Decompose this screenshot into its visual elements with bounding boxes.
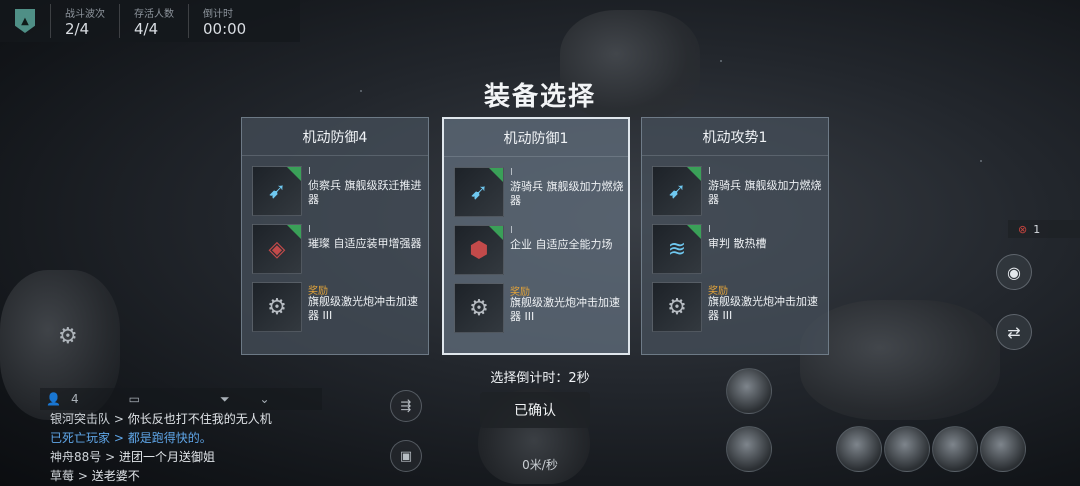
module-slot[interactable] xyxy=(932,426,978,472)
chat-message: 都是跑得快的。 xyxy=(127,431,212,445)
afterburner-icon: ➹ xyxy=(652,166,702,216)
laser-accelerator-icon: ⚙ xyxy=(252,282,302,332)
module-slot[interactable] xyxy=(980,426,1026,472)
speed-readout: 0米/秒 xyxy=(522,458,558,472)
camera-icon[interactable]: ▣ xyxy=(390,440,422,472)
item-tier: I xyxy=(510,167,513,178)
reward-item: ⚙ 奖励 旗舰级激光炮冲击加速器 III xyxy=(652,282,828,332)
item-name: 璀璨 自适应装甲增强器 xyxy=(308,237,422,250)
selection-countdown: 选择倒计时：2秒 xyxy=(490,371,590,386)
wave-value: 2/4 xyxy=(65,19,90,38)
reward-label: 奖励 xyxy=(510,287,530,298)
chevron-down-icon[interactable]: ⌄ xyxy=(260,392,270,406)
confirm-button[interactable]: 已确认 xyxy=(480,392,590,428)
armor-icon: ◈ xyxy=(252,224,302,274)
battle-status-bar: ▲ 战斗波次 2/4 存活人数 4/4 倒计时 00:00 xyxy=(0,0,300,42)
chat-line: 银河突击队 > 你长反也打不住我的无人机 xyxy=(50,410,330,429)
star xyxy=(980,160,982,162)
star xyxy=(720,60,722,62)
timer-label: 倒计时 xyxy=(203,8,233,20)
settings-gear-icon[interactable]: ⚙ xyxy=(58,324,78,349)
chat-icon[interactable]: ▭ xyxy=(129,392,140,406)
item-name: 游骑兵 旗舰级加力燃烧器 xyxy=(708,179,822,206)
reward-item: ⚙ 奖励 旗舰级激光炮冲击加速器 III xyxy=(252,282,428,332)
chat-separator: > xyxy=(101,450,119,464)
crosshair-icon: ⊗ xyxy=(1018,222,1028,236)
alive-stat: 存活人数 4/4 xyxy=(119,4,188,38)
shield-field-icon: ⬢ xyxy=(454,225,504,275)
equipment-item: ≋ I 审判 散热槽 xyxy=(652,224,828,274)
chat-separator: > xyxy=(110,431,128,445)
alive-value: 4/4 xyxy=(134,19,159,38)
chat-message: 进团一个月送御姐 xyxy=(118,450,215,464)
equipment-item: ➹ I 侦察兵 旗舰级跃迁推进器 xyxy=(252,166,428,216)
equipment-card-3[interactable]: 机动攻势1 ➹ I 游骑兵 旗舰级加力燃烧器 ≋ I 审判 散热槽 ⚙ 奖励 旗舰级激… xyxy=(641,117,829,355)
wave-stat: 战斗波次 2/4 xyxy=(50,4,119,38)
chat-sender: 草莓 xyxy=(50,469,75,483)
item-name: 审判 散热槽 xyxy=(708,237,767,250)
faction-emblem: ▲ xyxy=(0,0,50,42)
chat-sender: 银河突击队 xyxy=(50,412,111,426)
players-icon: 👤 xyxy=(46,392,61,406)
chat-header: 👤 4 ▭ ⏷ ⌄ xyxy=(40,388,322,410)
equipment-item: ➹ I 游骑兵 旗舰级加力燃烧器 xyxy=(454,167,628,217)
item-name: 旗舰级激光炮冲击加速器 III xyxy=(708,295,818,322)
thruster-icon: ➹ xyxy=(252,166,302,216)
page-title: 装备选择 xyxy=(483,82,596,112)
chat-sender: 已死亡玩家 xyxy=(50,431,111,445)
item-name: 游骑兵 旗舰级加力燃烧器 xyxy=(510,180,624,207)
laser-accelerator-icon: ⚙ xyxy=(652,282,702,332)
chat-message: 送老婆不 xyxy=(91,469,140,483)
equipment-card-1[interactable]: 机动防御4 ➹ I 侦察兵 旗舰级跃迁推进器 ◈ I 璀璨 自适应装甲增强器 ⚙ 奖… xyxy=(241,117,429,355)
timer-stat: 倒计时 00:00 xyxy=(188,4,260,38)
timer-value: 00:00 xyxy=(203,19,247,38)
item-name: 侦察兵 旗舰级跃迁推进器 xyxy=(308,179,422,206)
laser-accelerator-icon: ⚙ xyxy=(454,283,504,333)
afterburner-icon: ➹ xyxy=(454,167,504,217)
item-tier: I xyxy=(308,224,311,235)
card-title: 机动防御4 xyxy=(242,118,428,156)
equipment-item: ⬢ I 企业 自适应全能力场 xyxy=(454,225,628,275)
filter-icon[interactable]: ⏷ xyxy=(220,392,230,407)
kill-badge: ⊗ 1 xyxy=(1008,220,1080,238)
wave-label: 战斗波次 xyxy=(65,8,105,20)
item-tier: I xyxy=(510,225,513,236)
module-slot[interactable] xyxy=(726,368,772,414)
chat-line: 已死亡玩家 > 都是跑得快的。 xyxy=(50,429,330,448)
chat-separator: > xyxy=(74,469,92,483)
item-name: 旗舰级激光炮冲击加速器 III xyxy=(510,296,620,323)
background-asteroid xyxy=(800,300,1000,420)
reward-label: 奖励 xyxy=(308,286,328,297)
card-title: 机动防御1 xyxy=(444,119,628,157)
chat-line: 草莓 > 送老婆不 xyxy=(50,467,330,486)
reward-item: ⚙ 奖励 旗舰级激光炮冲击加速器 III xyxy=(454,283,628,333)
chat-message: 你长反也打不住我的无人机 xyxy=(127,412,272,426)
chat-line: 神舟88号 > 进团一个月送御姐 xyxy=(50,448,330,467)
equipment-item: ➹ I 游骑兵 旗舰级加力燃烧器 xyxy=(652,166,828,216)
equipment-item: ◈ I 璀璨 自适应装甲增强器 xyxy=(252,224,428,274)
item-tier: I xyxy=(308,166,311,177)
player-count: 4 xyxy=(70,392,79,406)
alive-label: 存活人数 xyxy=(134,8,174,20)
eye-icon[interactable]: ◉ xyxy=(996,254,1032,290)
chat-sender: 神舟88号 xyxy=(50,450,102,464)
boost-icon[interactable]: ⇶ xyxy=(390,390,422,422)
chat-separator: > xyxy=(110,412,128,426)
item-tier: I xyxy=(708,166,711,177)
faction-shield-icon: ▲ xyxy=(15,9,35,33)
item-tier: I xyxy=(708,224,711,235)
heat-sink-icon: ≋ xyxy=(652,224,702,274)
chat-log: 银河突击队 > 你长反也打不住我的无人机 已死亡玩家 > 都是跑得快的。 神舟8… xyxy=(50,410,330,486)
equipment-card-2[interactable]: 机动防御1 ➹ I 游骑兵 旗舰级加力燃烧器 ⬢ I 企业 自适应全能力场 ⚙ 奖励… xyxy=(442,117,630,355)
card-title: 机动攻势1 xyxy=(642,118,828,156)
item-name: 旗舰级激光炮冲击加速器 III xyxy=(308,295,418,322)
module-slot[interactable] xyxy=(884,426,930,472)
kill-count: 1 xyxy=(1033,222,1041,236)
item-name: 企业 自适应全能力场 xyxy=(510,238,613,251)
module-slot[interactable] xyxy=(726,426,772,472)
swap-icon[interactable]: ⇄ xyxy=(996,314,1032,350)
module-slot[interactable] xyxy=(836,426,882,472)
reward-label: 奖励 xyxy=(708,286,728,297)
